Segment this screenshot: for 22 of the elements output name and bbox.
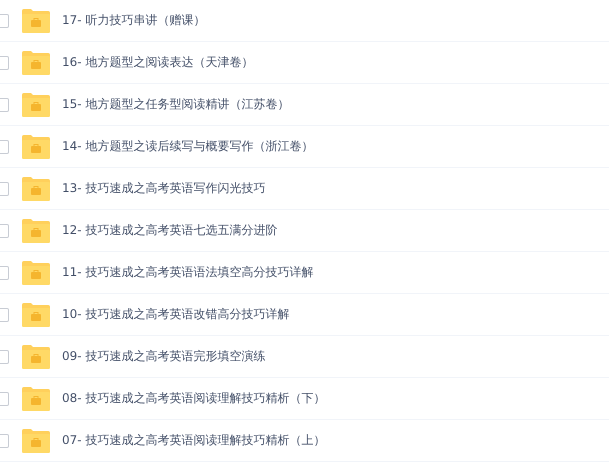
folder-name[interactable]: 09- 技巧速成之高考英语完形填空演练	[62, 348, 266, 365]
folder-name[interactable]: 17- 听力技巧串讲（赠课）	[62, 12, 206, 29]
folder-icon	[22, 344, 50, 368]
folder-name[interactable]: 11- 技巧速成之高考英语语法填空高分技巧详解	[62, 264, 314, 281]
folder-name[interactable]: 12- 技巧速成之高考英语七选五满分进阶	[62, 222, 278, 239]
folder-name[interactable]: 13- 技巧速成之高考英语写作闪光技巧	[62, 180, 266, 197]
folder-icon	[22, 8, 50, 32]
folder-name[interactable]: 16- 地方题型之阅读表达（天津卷）	[62, 54, 254, 71]
folder-icon	[22, 92, 50, 116]
folder-name[interactable]: 14- 地方题型之读后续写与概要写作（浙江卷）	[62, 138, 314, 155]
folder-icon	[22, 386, 50, 410]
folder-icon	[22, 260, 50, 284]
folder-icon	[22, 428, 50, 452]
folder-icon	[22, 134, 50, 158]
folder-name[interactable]: 10- 技巧速成之高考英语改错高分技巧详解	[62, 306, 290, 323]
folder-icon	[22, 50, 50, 74]
folder-icon	[22, 218, 50, 242]
folder-icon	[22, 176, 50, 200]
folder-name[interactable]: 07- 技巧速成之高考英语阅读理解技巧精析（上）	[62, 432, 326, 449]
folder-icon	[22, 302, 50, 326]
folder-name[interactable]: 08- 技巧速成之高考英语阅读理解技巧精析（下）	[62, 390, 326, 407]
folder-name[interactable]: 15- 地方题型之任务型阅读精讲（江苏卷）	[62, 96, 290, 113]
